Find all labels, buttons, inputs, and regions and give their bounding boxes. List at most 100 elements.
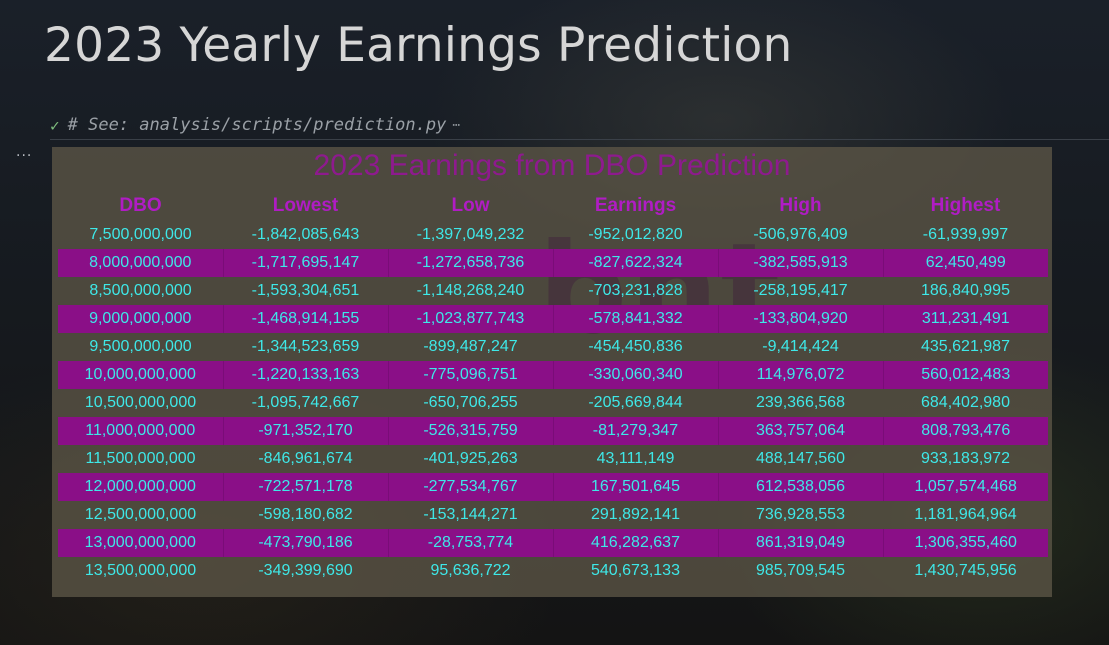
cell-divider (50, 139, 1109, 140)
table-cell: -1,344,523,659 (251, 338, 360, 355)
table-cell: -28,753,774 (387, 529, 553, 557)
table-cell: -1,468,914,155 (222, 305, 388, 333)
table-cell: 311,231,491 (882, 305, 1048, 333)
table-cell: -401,925,263 (423, 450, 518, 467)
table-row: 10,500,000,000 -1,095,742,667 -650,706,255… (58, 389, 1048, 417)
table-cell: 9,000,000,000 (58, 305, 223, 333)
table-cell: -205,669,844 (588, 394, 683, 411)
table-cell: 560,012,483 (882, 361, 1048, 389)
table-row: 9,500,000,000 -1,344,523,659 -899,487,247 -… (58, 333, 1048, 361)
table-cell: 12,500,000,000 (84, 506, 197, 523)
table-cell: 416,282,637 (552, 529, 718, 557)
table-cell: -1,593,304,651 (251, 282, 360, 299)
table-cell: -899,487,247 (423, 338, 518, 355)
table-row: 8,500,000,000 -1,593,304,651 -1,148,268,24… (58, 277, 1048, 305)
figure-title: 2023 Earnings from DBO Prediction (313, 149, 791, 182)
table-cell: -846,961,674 (258, 450, 353, 467)
table-cell: 10,000,000,000 (58, 361, 223, 389)
table-cell: 1,057,574,468 (882, 473, 1048, 501)
table-cell: 239,366,568 (756, 394, 845, 411)
table-cell: 114,976,072 (717, 361, 883, 389)
code-cell[interactable]: ✓ # See: analysis/scripts/prediction.py … (50, 112, 460, 138)
table-cell: -650,706,255 (423, 394, 518, 411)
expand-code-button[interactable]: ⋯ (452, 118, 460, 133)
table-cell: -153,144,271 (423, 506, 518, 523)
table-cell: -506,976,409 (753, 226, 848, 243)
table-cell: -598,180,682 (258, 506, 353, 523)
table-cell: -61,939,997 (922, 226, 1009, 243)
column-header: High (779, 195, 822, 216)
table-cell: -1,272,658,736 (387, 249, 553, 277)
table-cell: -1,148,268,240 (416, 282, 525, 299)
table-cell: 808,793,476 (882, 417, 1048, 445)
column-header: Earnings (594, 195, 677, 216)
table-cell: -454,450,836 (588, 338, 683, 355)
table-cell: -1,023,877,743 (387, 305, 553, 333)
code-comment: # See: analysis/scripts/prediction.py (67, 115, 447, 135)
table-body: 7,500,000,000 -1,842,085,643 -1,397,049,23… (58, 221, 1048, 585)
table-cell: -473,790,186 (222, 529, 388, 557)
column-header: Highest (930, 195, 1001, 216)
table-row: 10,000,000,000 -1,220,133,163 -775,096,751… (58, 361, 1048, 389)
table-row: 11,000,000,000 -971,352,170 -526,315,759 -8… (58, 417, 1048, 445)
table-cell: -722,571,178 (222, 473, 388, 501)
column-header: DBO (119, 195, 162, 216)
table-cell: -382,585,913 (717, 249, 883, 277)
table-cell: -578,841,332 (552, 305, 718, 333)
table-cell: -952,012,820 (588, 226, 683, 243)
table-cell: 43,111,149 (596, 450, 675, 467)
table-row: 13,500,000,000 -349,399,690 95,636,722 540,… (58, 557, 1048, 585)
table-cell: 1,306,355,460 (882, 529, 1048, 557)
table-cell: 1,430,745,956 (914, 562, 1017, 579)
table-cell: 985,709,545 (756, 562, 845, 579)
table-cell: 9,500,000,000 (89, 338, 192, 355)
table-cell: 13,500,000,000 (84, 562, 197, 579)
table-cell: -81,279,347 (552, 417, 718, 445)
page-title: 2023 Yearly Earnings Prediction (44, 18, 793, 73)
column-header: Lowest (272, 195, 339, 216)
table-cell: -775,096,751 (387, 361, 553, 389)
table-cell: 684,402,980 (921, 394, 1010, 411)
table-row: 12,000,000,000 -722,571,178 -277,534,767 16… (58, 473, 1048, 501)
table-cell: 488,147,560 (756, 450, 845, 467)
table-cell: 11,500,000,000 (85, 450, 196, 467)
table-cell: -349,399,690 (258, 562, 353, 579)
table-cell: -827,622,324 (552, 249, 718, 277)
table-row: 11,500,000,000 -846,961,674 -401,925,263 43… (58, 445, 1048, 473)
table-cell: 861,319,049 (717, 529, 883, 557)
table-cell: 186,840,995 (921, 282, 1010, 299)
table-cell: -1,842,085,643 (251, 226, 360, 243)
table-cell: -1,095,742,667 (251, 394, 360, 411)
table-cell: 736,928,553 (756, 506, 845, 523)
table-cell: 291,892,141 (591, 506, 680, 523)
table-cell: 7,500,000,000 (89, 226, 192, 243)
output-more-button[interactable]: ... (16, 144, 32, 160)
table-row: 8,000,000,000 -1,717,695,147 -1,272,658,73… (58, 249, 1048, 277)
table-cell: 612,538,056 (717, 473, 883, 501)
table-cell: -1,397,049,232 (416, 226, 525, 243)
table-cell: 10,500,000,000 (84, 394, 197, 411)
table-cell: 933,183,972 (921, 450, 1010, 467)
table-header-row: DBO Lowest Low Earnings High Highest (58, 191, 1048, 221)
table-cell: 11,000,000,000 (58, 417, 223, 445)
table-cell: -1,717,695,147 (222, 249, 388, 277)
table-row: 13,000,000,000 -473,790,186 -28,753,774 416… (58, 529, 1048, 557)
table-cell: -703,231,828 (588, 282, 683, 299)
table-cell: -277,534,767 (387, 473, 553, 501)
check-icon: ✓ (50, 115, 60, 135)
table-cell: -9,414,424 (762, 338, 839, 355)
table-cell: 8,000,000,000 (58, 249, 223, 277)
table-cell: 540,673,133 (591, 562, 680, 579)
output-figure: bnt 2023 Earnings from DBO Prediction DB… (52, 147, 1052, 597)
table-cell: 1,181,964,964 (914, 506, 1017, 523)
table-cell: -258,195,417 (753, 282, 848, 299)
table-cell: 8,500,000,000 (89, 282, 192, 299)
table-row: 7,500,000,000 -1,842,085,643 -1,397,049,23… (58, 221, 1048, 249)
table-cell: -526,315,759 (387, 417, 553, 445)
column-header: Low (451, 195, 490, 216)
table-cell: 363,757,064 (717, 417, 883, 445)
table-cell: 167,501,645 (552, 473, 718, 501)
table-cell: -330,060,340 (552, 361, 718, 389)
table-cell: 435,621,987 (921, 338, 1010, 355)
table-cell: 12,000,000,000 (58, 473, 223, 501)
